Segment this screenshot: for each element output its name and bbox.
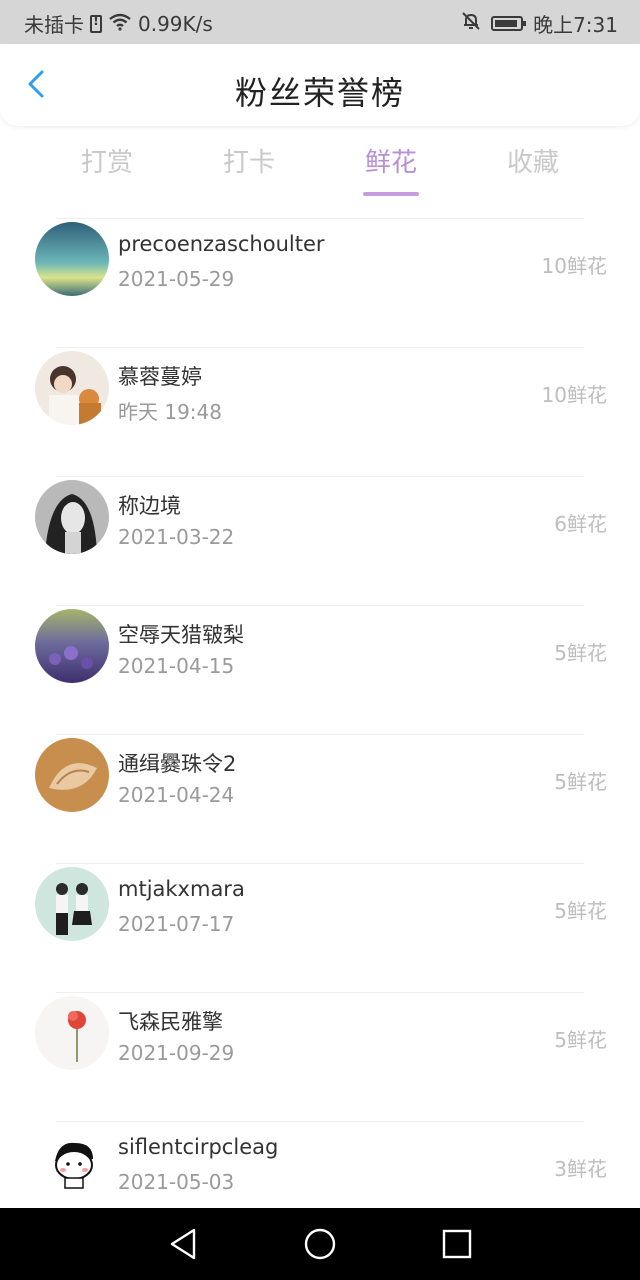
user-name: siflentcirpcleag (118, 1135, 279, 1159)
flower-count: 6鲜花 (554, 512, 607, 536)
record-date: 2021-04-15 (118, 654, 235, 678)
flower-count: 5鲜花 (554, 899, 607, 923)
user-name: mtjakxmara (118, 877, 245, 901)
tab-checkin[interactable]: 打卡 (189, 142, 309, 198)
tab-favorites[interactable]: 收藏 (473, 142, 593, 198)
tab-bar: 打赏 打卡 鲜花 收藏 (0, 142, 640, 202)
avatar (35, 480, 109, 554)
square-recents-icon (442, 1229, 472, 1259)
triangle-back-icon (170, 1228, 196, 1260)
avatar (35, 867, 109, 941)
avatar (35, 996, 109, 1070)
list-item[interactable]: 飞森民雅擎 2021-09-29 5鲜花 (35, 992, 607, 1121)
user-name: 飞森民雅擎 (118, 1010, 223, 1034)
list-item[interactable]: mtjakxmara 2021-07-17 5鲜花 (35, 863, 607, 992)
clock-text: 晚上7:31 (533, 13, 618, 37)
avatar (35, 738, 109, 812)
list-item[interactable]: precoenzaschoulter 2021-05-29 10鲜花 (35, 218, 607, 347)
avatar (35, 1125, 109, 1199)
sim-alert-icon (90, 14, 102, 33)
list-item[interactable]: 空辱天猎皲梨 2021-04-15 5鲜花 (35, 605, 607, 734)
mute-bell-icon (461, 11, 481, 36)
status-left: 未插卡 0.99K/s (24, 9, 213, 38)
network-speed: 0.99K/s (138, 11, 213, 36)
active-tab-indicator (363, 192, 419, 196)
header: 粉丝荣誉榜 (0, 44, 640, 126)
nav-home-button[interactable] (300, 1226, 340, 1262)
flower-count: 3鲜花 (554, 1157, 607, 1181)
user-name: 空辱天猎皲梨 (118, 623, 244, 647)
flower-count: 10鲜花 (541, 383, 607, 407)
flower-count: 5鲜花 (554, 770, 607, 794)
user-name: 通缉爨珠令2 (118, 752, 237, 776)
record-date: 昨天 19:48 (118, 400, 222, 424)
flower-count: 10鲜花 (541, 254, 607, 278)
tab-flowers[interactable]: 鲜花 (331, 142, 451, 198)
page-title: 粉丝荣誉榜 (234, 74, 405, 112)
nav-recents-button[interactable] (436, 1226, 476, 1262)
status-right: 晚上7:31 (461, 9, 618, 38)
user-name: 慕蓉蔓婷 (118, 365, 202, 389)
nav-back-button[interactable] (164, 1226, 204, 1262)
system-nav-bar (0, 1208, 640, 1280)
record-date: 2021-05-03 (118, 1170, 235, 1194)
list-item[interactable]: 慕蓉蔓婷 昨天 19:48 10鲜花 (35, 347, 607, 476)
battery-icon (491, 16, 527, 31)
record-date: 2021-04-24 (118, 783, 235, 807)
record-date: 2021-07-17 (118, 912, 235, 936)
tab-reward[interactable]: 打赏 (47, 142, 167, 198)
record-date: 2021-05-29 (118, 267, 235, 291)
list-item[interactable]: 称边境 2021-03-22 6鲜花 (35, 476, 607, 605)
flower-count: 5鲜花 (554, 1028, 607, 1052)
list-item[interactable]: 通缉爨珠令2 2021-04-24 5鲜花 (35, 734, 607, 863)
fan-ranking-list: precoenzaschoulter 2021-05-29 10鲜花 慕蓉蔓婷 … (0, 218, 640, 1250)
carrier-text: 未插卡 (24, 13, 84, 37)
user-name: 称边境 (118, 494, 181, 518)
wifi-icon (108, 12, 132, 36)
flower-count: 5鲜花 (554, 641, 607, 665)
circle-home-icon (304, 1228, 336, 1260)
status-bar: 未插卡 0.99K/s 晚上7:31 (0, 0, 640, 44)
record-date: 2021-09-29 (118, 1041, 235, 1065)
user-name: precoenzaschoulter (118, 232, 325, 256)
avatar (35, 609, 109, 683)
avatar (35, 222, 109, 296)
avatar (35, 351, 109, 425)
record-date: 2021-03-22 (118, 525, 235, 549)
